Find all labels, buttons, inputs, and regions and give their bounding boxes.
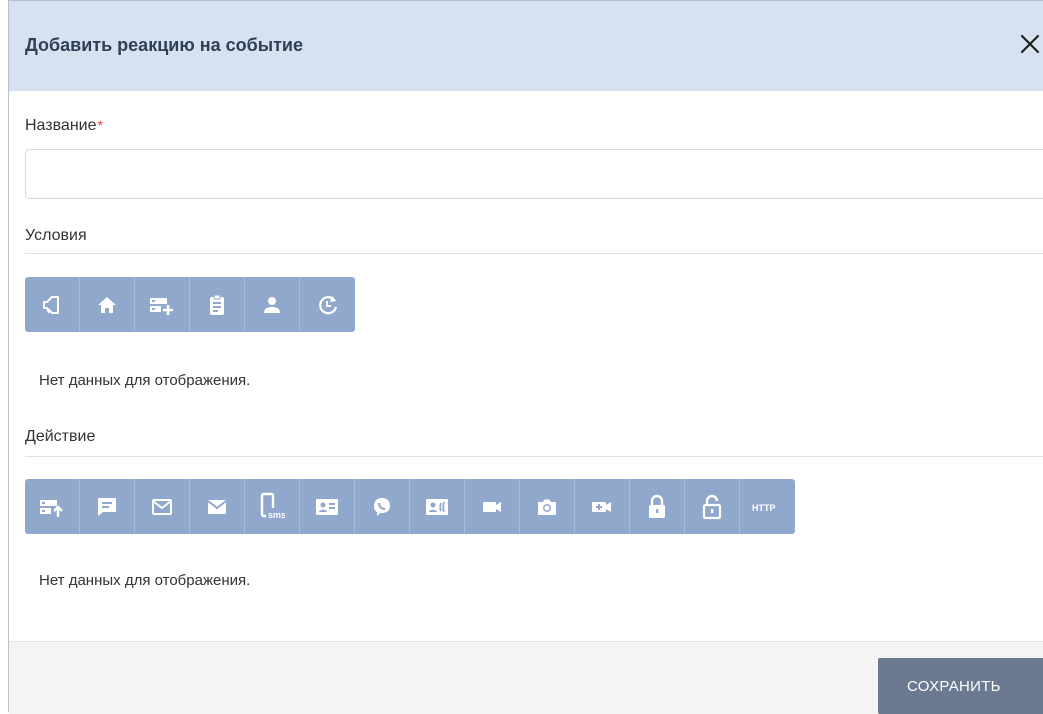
- chat-icon[interactable]: [80, 479, 135, 534]
- close-icon[interactable]: [1015, 29, 1043, 59]
- name-label-text: Название: [25, 117, 97, 134]
- contact-card-icon[interactable]: [300, 479, 355, 534]
- http-icon[interactable]: HTTP: [740, 479, 795, 534]
- save-button[interactable]: СОХРАНИТЬ: [878, 658, 1043, 714]
- http-label: HTTP: [752, 503, 776, 513]
- video-camera-icon[interactable]: [465, 479, 520, 534]
- photo-camera-icon[interactable]: [520, 479, 575, 534]
- device-add-icon[interactable]: [135, 277, 190, 332]
- actions-toolbar: sms HTTP: [25, 479, 795, 534]
- contact-call-icon[interactable]: [410, 479, 465, 534]
- viber-icon[interactable]: [355, 479, 410, 534]
- unlock-icon[interactable]: [685, 479, 740, 534]
- dialog-header: Добавить реакцию на событие: [9, 1, 1043, 91]
- name-input[interactable]: [25, 149, 1043, 199]
- user-icon[interactable]: [245, 277, 300, 332]
- actions-label: Действие: [25, 428, 96, 445]
- sms-label: sms: [268, 510, 285, 520]
- video-add-icon[interactable]: [575, 479, 630, 534]
- megaphone-icon[interactable]: [25, 277, 80, 332]
- phone-sms-icon[interactable]: sms: [245, 479, 300, 534]
- schedule-icon[interactable]: [300, 277, 355, 332]
- home-icon[interactable]: [80, 277, 135, 332]
- required-mark: *: [97, 117, 103, 133]
- conditions-toolbar: [25, 277, 355, 332]
- actions-empty-text: Нет данных для отображения.: [39, 572, 251, 589]
- lock-icon[interactable]: [630, 479, 685, 534]
- conditions-label: Условия: [25, 227, 87, 244]
- device-upload-icon[interactable]: [25, 479, 80, 534]
- mail-outline-icon[interactable]: [135, 479, 190, 534]
- dialog-footer: СОХРАНИТЬ: [9, 641, 1043, 714]
- clipboard-icon[interactable]: [190, 277, 245, 332]
- conditions-empty-text: Нет данных для отображения.: [39, 372, 251, 389]
- name-label: Название*: [25, 117, 103, 135]
- add-reaction-dialog: Добавить реакцию на событие Название* Ус…: [8, 0, 1043, 714]
- dialog-title: Добавить реакцию на событие: [25, 35, 303, 55]
- mail-filled-icon[interactable]: [190, 479, 245, 534]
- conditions-divider: [25, 253, 1043, 254]
- actions-divider: [25, 456, 1043, 457]
